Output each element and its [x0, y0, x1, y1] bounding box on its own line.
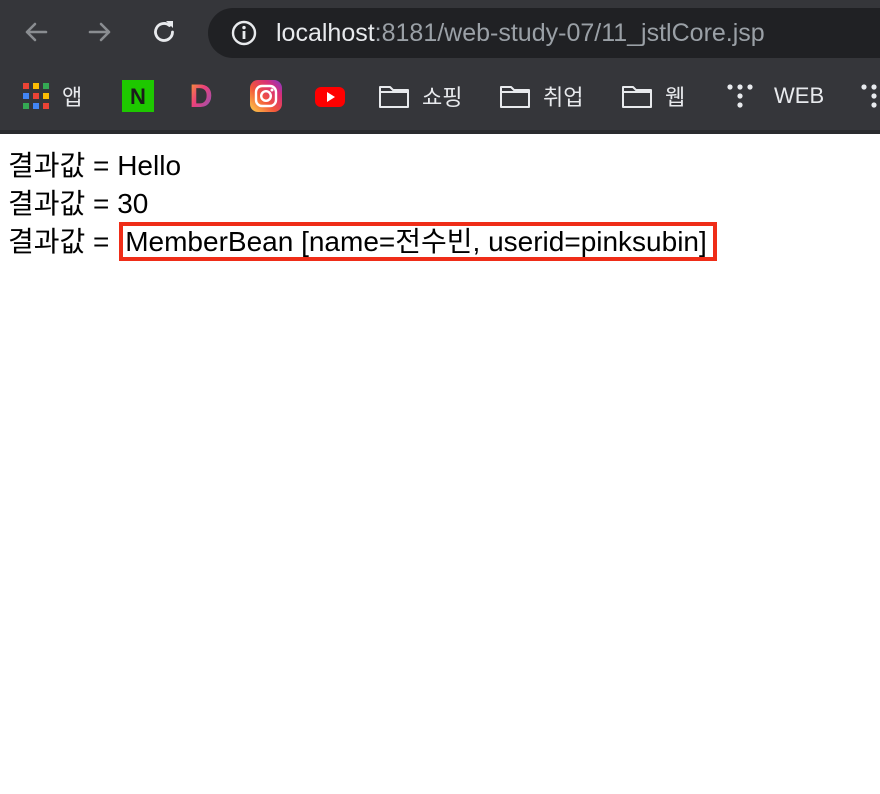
- youtube-icon: [315, 87, 345, 107]
- bookmark-more[interactable]: [860, 80, 880, 112]
- result-line: 결과값 = MemberBean [name=전수빈, userid=pinks…: [8, 222, 717, 261]
- bookmark-naver[interactable]: N: [122, 80, 154, 112]
- bookmark-label: 취업: [543, 85, 584, 110]
- bookmarks-bar: 앱 N D 쇼핑 취업 웹 WEB: [0, 66, 880, 126]
- naver-icon: N: [122, 80, 154, 112]
- bookmark-folder-shopping[interactable]: 쇼핑: [378, 80, 462, 112]
- naver-letter: N: [130, 84, 146, 109]
- url-path: :8181/web-study-07/11_jstlCore.jsp: [374, 18, 765, 47]
- info-icon[interactable]: [230, 19, 258, 47]
- folder-icon: [500, 86, 530, 108]
- bookmark-instagram[interactable]: [250, 80, 282, 112]
- bookmark-youtube[interactable]: [314, 80, 346, 112]
- apps-grid-icon: [23, 83, 49, 109]
- bookmark-folder-jobs[interactable]: 취업: [499, 80, 583, 112]
- page-content: 결과값 = Hello 결과값 = 30 결과값 = MemberBean [n…: [0, 134, 880, 794]
- result-prefix: 결과값 =: [8, 226, 118, 257]
- back-button[interactable]: [18, 14, 54, 50]
- url-host: localhost: [276, 18, 375, 47]
- result-prefix: 결과값 =: [8, 150, 118, 181]
- reload-icon: [154, 21, 174, 42]
- instagram-icon: [250, 80, 282, 112]
- result-line: 결과값 = 30: [8, 185, 148, 223]
- forward-button[interactable]: [82, 14, 118, 50]
- arrow-left-icon: [25, 22, 48, 42]
- daum-letter: D: [189, 80, 212, 112]
- browser-toolbar: localhost:8181/web-study-07/11_jstlCore.…: [0, 0, 880, 66]
- bookmark-web[interactable]: WEB: [726, 80, 824, 112]
- address-bar[interactable]: localhost:8181/web-study-07/11_jstlCore.…: [208, 8, 880, 58]
- dots-icon: [727, 84, 753, 108]
- bookmark-apps[interactable]: 앱: [22, 80, 82, 112]
- arrow-right-icon: [88, 22, 111, 42]
- result-line: 결과값 = Hello: [8, 147, 181, 185]
- dots-icon: [861, 84, 877, 108]
- bookmark-folder-web[interactable]: 웹: [621, 80, 685, 112]
- result-value: Hello: [117, 150, 182, 181]
- daum-icon: D: [189, 80, 212, 112]
- highlighted-result-value: MemberBean [name=전수빈, userid=pinksubin]: [119, 222, 717, 261]
- bookmark-label: 앱: [62, 85, 83, 110]
- browser-chrome: localhost:8181/web-study-07/11_jstlCore.…: [0, 0, 880, 134]
- reload-button[interactable]: [146, 14, 182, 50]
- bookmark-daum[interactable]: D: [186, 80, 216, 112]
- folder-icon: [379, 86, 409, 108]
- bookmark-label: WEB: [774, 83, 825, 108]
- result-prefix: 결과값 =: [8, 188, 118, 219]
- result-value: 30: [117, 188, 149, 219]
- bookmark-label: 쇼핑: [422, 85, 463, 110]
- folder-icon: [622, 86, 652, 108]
- url-text: localhost:8181/web-study-07/11_jstlCore.…: [276, 19, 765, 48]
- bookmark-label: 웹: [665, 85, 686, 110]
